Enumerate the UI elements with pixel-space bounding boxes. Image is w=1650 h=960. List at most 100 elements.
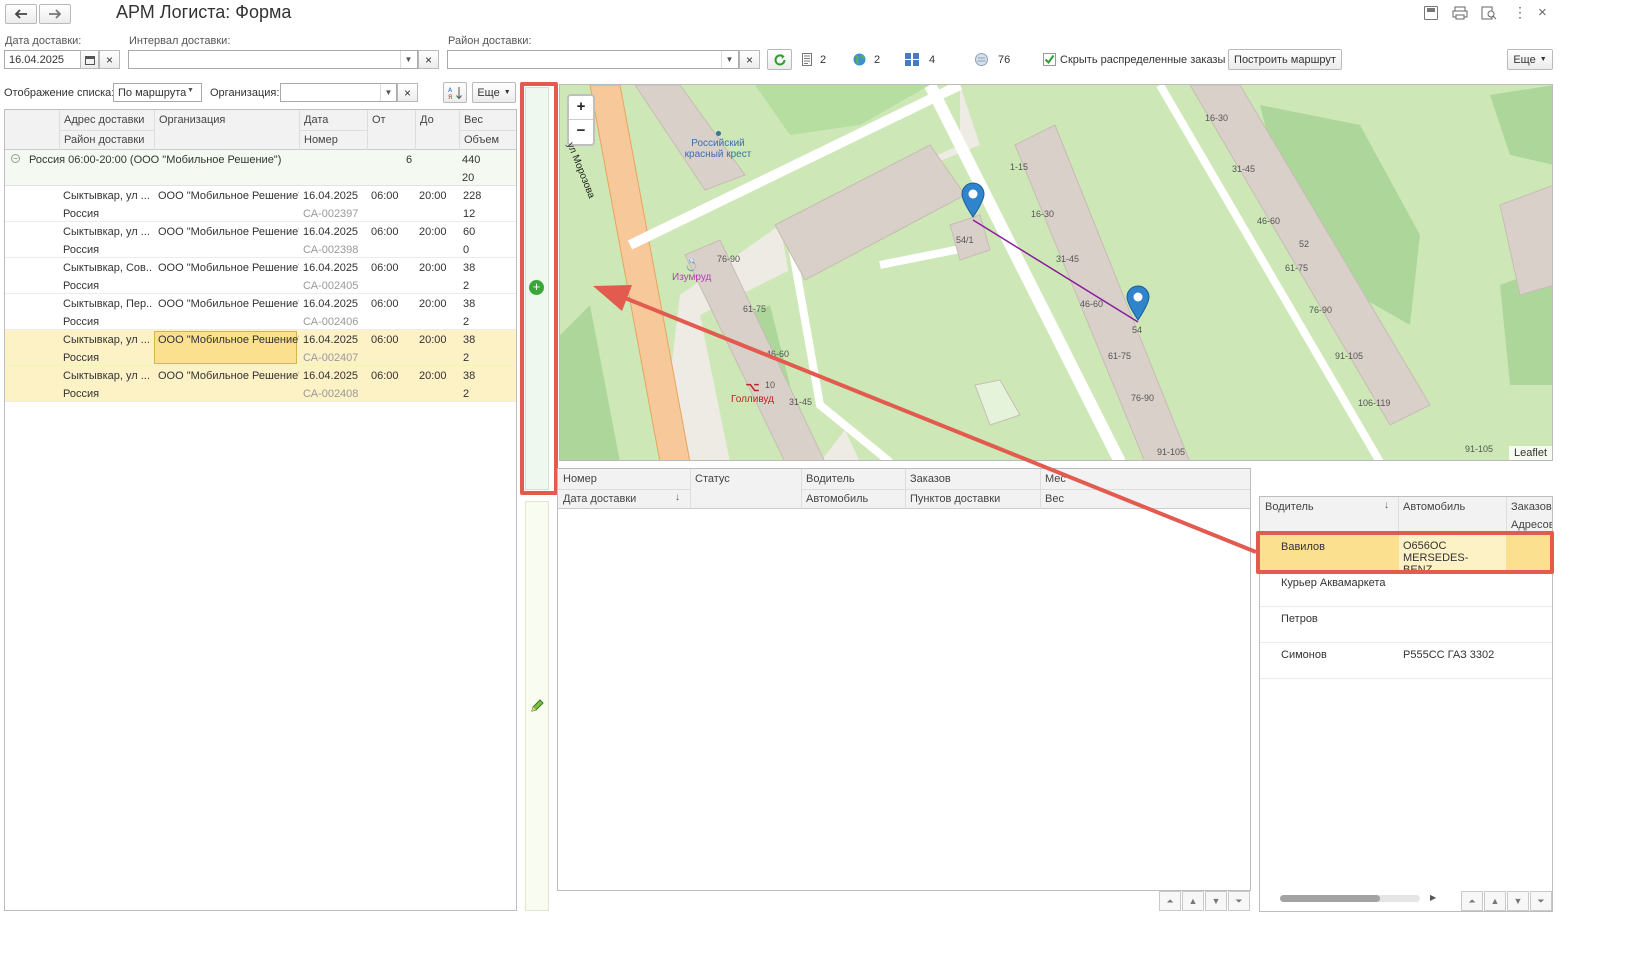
routes-last-button[interactable]: ⏷ bbox=[1228, 891, 1250, 911]
col-to[interactable]: До bbox=[416, 114, 459, 126]
highlight-frame-driver bbox=[1256, 531, 1554, 574]
org-dropdown-icon[interactable]: ▼ bbox=[380, 84, 396, 101]
order-row[interactable]: Сыктывкар, ул ... Россия ООО "Мобильное … bbox=[5, 222, 516, 258]
map-marker[interactable] bbox=[961, 182, 985, 218]
routes-first-button[interactable]: ⏶ bbox=[1159, 891, 1181, 911]
driver-car: Р555СС ГАЗ 3302 bbox=[1403, 649, 1495, 661]
build-route-button[interactable]: Построить маршрут bbox=[1228, 49, 1342, 70]
collapse-icon[interactable]: − bbox=[11, 154, 20, 163]
col-addresses[interactable]: Адресов bbox=[1507, 519, 1552, 531]
order-row[interactable]: Сыктывкар, Сов... Россия ООО "Мобильное … bbox=[5, 258, 516, 294]
scroll-right-icon[interactable]: ▶ bbox=[1430, 893, 1436, 902]
routes-down-button[interactable]: ▼ bbox=[1205, 891, 1227, 911]
col-route-date[interactable]: Дата доставки bbox=[559, 493, 669, 505]
map-attribution[interactable]: Leaflet bbox=[1508, 446, 1552, 460]
sort-button[interactable]: АЯ bbox=[443, 82, 467, 103]
scrollbar-thumb[interactable] bbox=[1280, 895, 1380, 902]
order-row[interactable]: Сыктывкар, Пер... Россия ООО "Мобильное … bbox=[5, 294, 516, 330]
calendar-icon bbox=[84, 55, 95, 65]
display-dropdown-icon[interactable]: ▼ bbox=[187, 87, 194, 94]
col-volume[interactable]: Объем bbox=[460, 134, 516, 146]
routes-header: Номер Дата доставки ↓ Статус Водитель Ав… bbox=[558, 469, 1250, 509]
order-row[interactable]: Сыктывкар, ул ... Россия ООО "Мобильное … bbox=[5, 186, 516, 222]
drivers-down-button[interactable]: ▼ bbox=[1507, 891, 1529, 911]
map-marker[interactable] bbox=[1126, 285, 1150, 321]
group-row[interactable]: − Россия 06:00-20:00 (ООО "Мобильное Реш… bbox=[5, 150, 516, 186]
close-window-icon[interactable]: × bbox=[1538, 4, 1547, 21]
order-org: ООО "Мобильное Решение" bbox=[158, 262, 299, 274]
routes-up-button[interactable]: ▲ bbox=[1182, 891, 1204, 911]
kebab-menu-icon[interactable]: ⋮ bbox=[1513, 5, 1527, 19]
hide-distributed-checkbox[interactable] bbox=[1043, 53, 1056, 66]
order-volume: 2 bbox=[463, 280, 470, 292]
driver-row[interactable]: Курьер Аквамаркета bbox=[1260, 571, 1552, 607]
col-route-points[interactable]: Пунктов доставки bbox=[906, 493, 1040, 505]
order-address: Сыктывкар, Сов... bbox=[63, 262, 153, 274]
sort-down-icon[interactable]: ↓ bbox=[1384, 500, 1389, 511]
more-label-list: Еще bbox=[477, 86, 500, 99]
more-button-list[interactable]: Еще ▼ bbox=[472, 82, 516, 103]
zoom-control: + − bbox=[567, 94, 595, 146]
order-number: СА-002407 bbox=[303, 352, 359, 364]
interval-dropdown-icon[interactable]: ▼ bbox=[400, 51, 416, 68]
house-number: 52 bbox=[1299, 239, 1310, 249]
house-number: 61-75 bbox=[1108, 351, 1132, 361]
sort-down-icon[interactable]: ↓ bbox=[675, 492, 680, 503]
col-route-weight[interactable]: Вес bbox=[1041, 493, 1141, 505]
interval-clear-button[interactable]: × bbox=[418, 50, 439, 69]
drivers-last-button[interactable]: ⏷ bbox=[1530, 891, 1552, 911]
col-district[interactable]: Район доставки bbox=[60, 134, 154, 146]
col-route-orders[interactable]: Заказов bbox=[906, 473, 1040, 485]
col-address[interactable]: Адрес доставки bbox=[60, 114, 154, 126]
driver-row[interactable]: Петров bbox=[1260, 607, 1552, 643]
calendar-button[interactable] bbox=[80, 50, 99, 69]
col-car[interactable]: Автомобиль bbox=[1399, 501, 1505, 513]
col-route-status[interactable]: Статус bbox=[691, 473, 801, 485]
tiles-counter: 4 bbox=[905, 53, 935, 66]
driver-row[interactable]: Симонов Р555СС ГАЗ 3302 bbox=[1260, 643, 1552, 679]
map-view[interactable]: + − ул Морозова Российский красный крест… bbox=[559, 84, 1553, 461]
org-clear-button[interactable]: × bbox=[397, 83, 418, 102]
date-clear-button[interactable]: × bbox=[99, 50, 120, 69]
col-route-car[interactable]: Автомобиль bbox=[802, 493, 905, 505]
date-label: Дата доставки: bbox=[5, 35, 82, 47]
col-driver[interactable]: Водитель bbox=[1261, 501, 1371, 513]
org-label: Организация: bbox=[210, 87, 280, 99]
forward-button[interactable] bbox=[39, 4, 71, 24]
col-org[interactable]: Организация bbox=[155, 114, 299, 126]
col-weight[interactable]: Вес bbox=[460, 114, 516, 126]
order-from: 06:00 bbox=[371, 226, 399, 238]
preview-icon[interactable] bbox=[1481, 6, 1497, 20]
more-button-top[interactable]: Еще ▼ bbox=[1507, 49, 1553, 70]
col-orders[interactable]: Заказов bbox=[1507, 501, 1552, 513]
order-org: ООО "Мобильное Решение" bbox=[158, 226, 299, 238]
col-route-places[interactable]: Мест bbox=[1041, 473, 1067, 485]
house-number: 31-45 bbox=[1056, 254, 1080, 264]
group-weight: 440 bbox=[462, 154, 481, 166]
col-route-driver[interactable]: Водитель bbox=[802, 473, 905, 485]
save-icon[interactable] bbox=[1424, 6, 1438, 20]
district-clear-button[interactable]: × bbox=[739, 50, 760, 69]
district-field[interactable] bbox=[447, 50, 739, 69]
order-row-selected[interactable]: Сыктывкар, ул ... Россия ООО "Мобильное … bbox=[5, 366, 516, 402]
order-row-selected[interactable]: Сыктывкар, ул ... Россия ООО "Мобильное … bbox=[5, 330, 516, 366]
drivers-first-button[interactable]: ⏶ bbox=[1461, 891, 1483, 911]
horizontal-scrollbar[interactable] bbox=[1280, 895, 1420, 902]
print-icon[interactable] bbox=[1452, 6, 1468, 20]
order-date: 16.04.2025 bbox=[303, 370, 359, 382]
district-dropdown-icon[interactable]: ▼ bbox=[721, 51, 737, 68]
col-number[interactable]: Номер bbox=[300, 134, 367, 146]
col-route-number[interactable]: Номер bbox=[559, 473, 689, 485]
back-button[interactable] bbox=[5, 4, 37, 24]
col-date[interactable]: Дата bbox=[300, 114, 367, 126]
col-from[interactable]: От bbox=[368, 114, 415, 126]
refresh-button[interactable] bbox=[767, 49, 792, 70]
drivers-up-button[interactable]: ▲ bbox=[1484, 891, 1506, 911]
pencil-icon[interactable] bbox=[529, 698, 545, 714]
zoom-in-button[interactable]: + bbox=[569, 96, 593, 120]
house-number: 61-75 bbox=[1285, 263, 1309, 273]
interval-field[interactable] bbox=[128, 50, 418, 69]
zoom-out-button[interactable]: − bbox=[569, 120, 593, 144]
driver-name: Курьер Аквамаркета bbox=[1281, 577, 1386, 589]
date-field[interactable]: 16.04.2025 bbox=[4, 50, 81, 69]
